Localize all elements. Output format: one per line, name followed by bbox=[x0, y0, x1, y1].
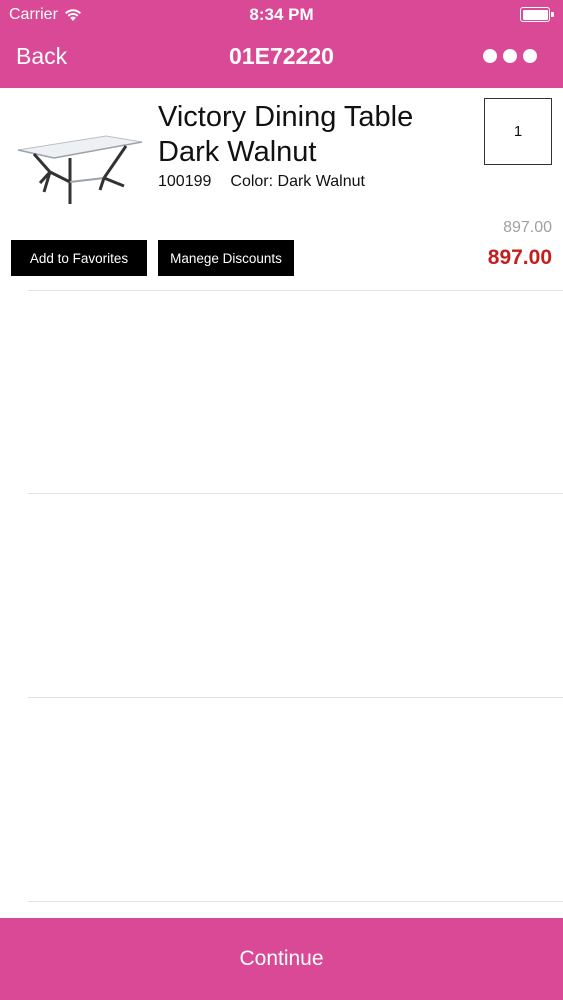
product-meta: 100199 Color: Dark Walnut bbox=[158, 173, 365, 191]
manage-discounts-button[interactable]: Manege Discounts bbox=[158, 240, 294, 276]
product-thumbnail[interactable] bbox=[14, 128, 144, 208]
original-price: 897.00 bbox=[503, 219, 552, 236]
more-options-button[interactable] bbox=[483, 49, 537, 63]
cart-item-row: Victory Dining Table Dark Walnut 100199 … bbox=[0, 88, 563, 291]
row-divider bbox=[28, 290, 563, 291]
add-to-favorites-button[interactable]: Add to Favorites bbox=[11, 240, 147, 276]
product-name-line2: Dark Walnut bbox=[158, 136, 317, 168]
product-name: Victory Dining Table Dark Walnut bbox=[158, 100, 468, 170]
top-bar: Carrier 8:34 PM Back 01E72220 bbox=[0, 0, 563, 88]
row-divider bbox=[28, 697, 563, 698]
row-divider bbox=[28, 901, 563, 902]
ellipsis-icon bbox=[483, 49, 497, 63]
battery-level bbox=[522, 9, 548, 20]
product-sku: 100199 bbox=[158, 173, 212, 190]
status-bar: Carrier 8:34 PM bbox=[0, 0, 563, 30]
ellipsis-icon bbox=[503, 49, 517, 63]
product-name-line1: Victory Dining Table bbox=[158, 101, 414, 133]
ellipsis-icon bbox=[523, 49, 537, 63]
product-color: Color: Dark Walnut bbox=[230, 173, 365, 190]
quantity-field[interactable]: 1 bbox=[484, 98, 552, 165]
continue-button[interactable]: Continue bbox=[0, 918, 563, 1000]
row-divider bbox=[28, 493, 563, 494]
status-time: 8:34 PM bbox=[249, 5, 314, 24]
battery-tip bbox=[551, 12, 554, 17]
battery-icon bbox=[520, 7, 554, 22]
final-price: 897.00 bbox=[487, 246, 552, 269]
order-title: 01E72220 bbox=[229, 43, 334, 69]
